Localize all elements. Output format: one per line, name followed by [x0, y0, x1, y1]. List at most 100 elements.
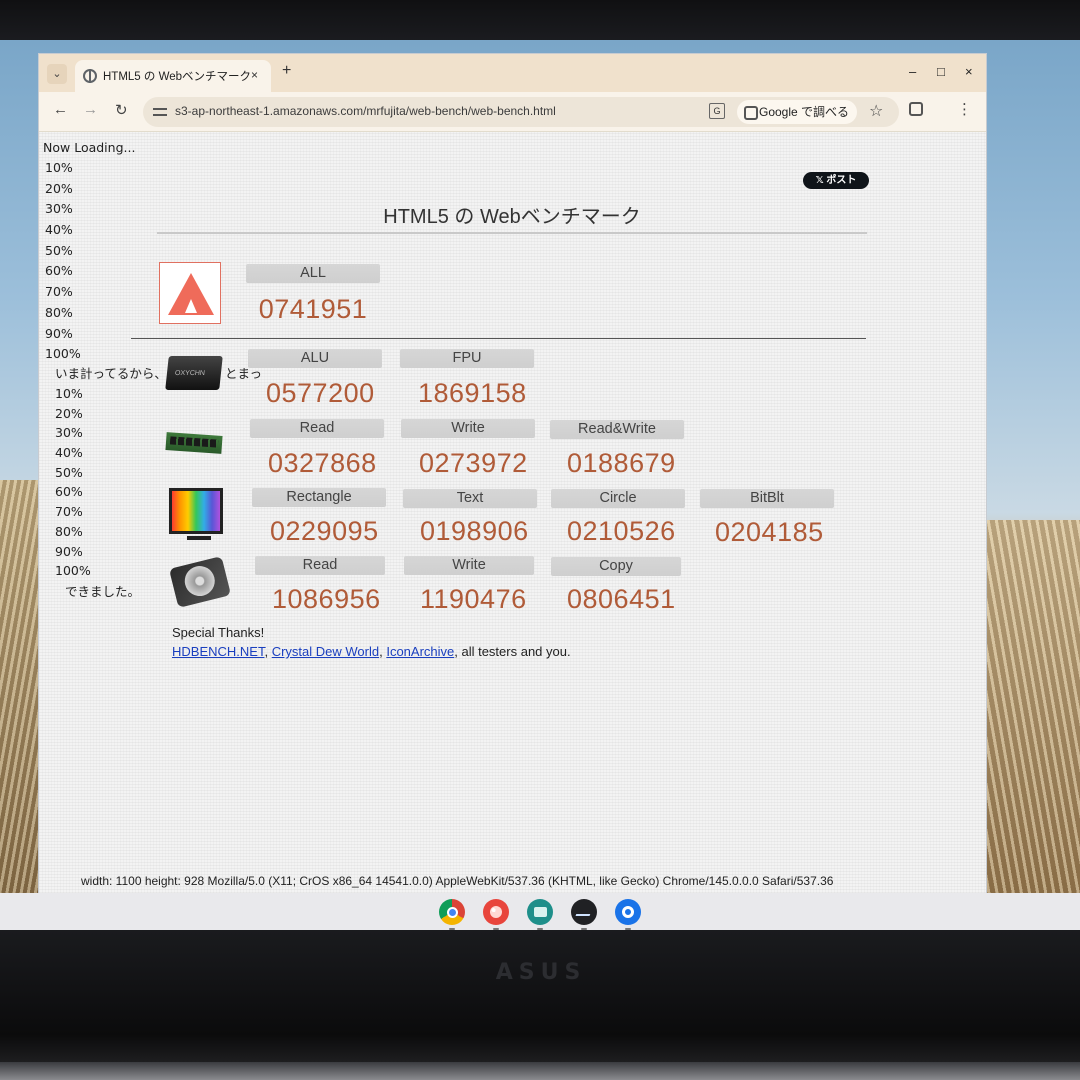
progress-step: 30% [45, 201, 73, 217]
text-score: 0198906 [420, 516, 529, 546]
done-text: できました。 [65, 584, 141, 599]
fpu-label: FPU [400, 349, 534, 368]
maximize-button[interactable]: □ [937, 64, 945, 79]
fpu-score: 1869158 [418, 378, 527, 408]
thanks-heading: Special Thanks! [172, 625, 265, 640]
iconarchive-link[interactable]: IconArchive [386, 644, 454, 659]
settings-app-icon[interactable] [615, 899, 641, 930]
chart-glyph [575, 908, 593, 916]
special-thanks: Special Thanks! HDBENCH.NET, Crystal Dew… [172, 623, 571, 661]
hard-disk-icon [168, 556, 232, 608]
circle-label: Circle [551, 489, 685, 508]
bitblt-label: BitBlt [700, 489, 834, 508]
chromeos-shelf [0, 893, 1080, 931]
screencast-app-icon[interactable] [527, 899, 553, 930]
address-bar[interactable]: s3-ap-northeast-1.amazonaws.com/mrfujita… [143, 97, 899, 127]
memory-icon [165, 432, 223, 454]
new-tab-button[interactable]: + [282, 62, 291, 80]
storage-read-label: Read [255, 556, 385, 575]
close-window-button[interactable]: × [965, 64, 973, 79]
tab-close-icon[interactable]: × [251, 68, 258, 82]
tab-title: HTML5 の Webベンチマーク [103, 71, 252, 83]
progress-step: 80% [45, 304, 73, 320]
memory-readwrite-score: 0188679 [567, 448, 676, 478]
page-title: HTML5 の Webベンチマーク [157, 200, 867, 234]
monitor-icon [169, 488, 223, 534]
memory-write-score: 0273972 [419, 448, 528, 478]
monitor-stand [187, 536, 211, 540]
minimize-button[interactable]: – [909, 64, 916, 79]
laptop-bottom-bezel [0, 930, 1080, 1080]
laptop-edge [0, 1062, 1080, 1080]
memory-read-label: Read [250, 419, 384, 438]
globe-icon [83, 69, 97, 83]
progress-step: 50% [55, 464, 83, 480]
memory-read-score: 0327868 [268, 448, 377, 478]
progress-step: 80% [55, 523, 83, 539]
benchmark-logo[interactable] [159, 262, 221, 324]
bookmark-star-icon[interactable]: ☆ [869, 101, 883, 121]
thanks-tail: , all testers and you. [454, 644, 571, 659]
progress-step: 10% [45, 160, 73, 175]
progress-step: 60% [55, 484, 83, 500]
url-text[interactable]: s3-ap-northeast-1.amazonaws.com/mrfujita… [175, 104, 556, 118]
progress-step: 60% [45, 263, 73, 279]
all-label: ALL [246, 264, 380, 283]
hdbench-link[interactable]: HDBENCH.NET [172, 644, 264, 659]
storage-read-score: 1086956 [272, 584, 381, 614]
tab-benchmark[interactable]: HTML5 の Webベンチマーク × [75, 60, 271, 92]
progress-step: 90% [55, 543, 83, 559]
progress-step: 40% [45, 222, 73, 238]
brand-logo: ASUS [495, 960, 587, 985]
tab-strip: ⌄ HTML5 の Webベンチマーク × + – □ × [39, 54, 986, 92]
browser-toolbar: ← → ↻ s3-ap-northeast-1.amazonaws.com/mr… [39, 92, 986, 132]
progress-step: 10% [55, 386, 83, 401]
translate-icon[interactable]: G [709, 103, 725, 119]
progress-step: 70% [55, 504, 83, 520]
crystal-dew-world-link[interactable]: Crystal Dew World [272, 644, 379, 659]
palette-glyph [490, 906, 502, 918]
text-label: Text [403, 489, 537, 508]
circle-score: 0210526 [567, 516, 676, 546]
extensions-icon[interactable] [909, 102, 923, 116]
link-separator: , [264, 644, 272, 659]
forward-button[interactable]: → [83, 101, 98, 118]
storage-copy-score: 0806451 [567, 584, 676, 614]
x-post-button[interactable]: 𝕏 ポスト [803, 172, 869, 189]
memory-write-label: Write [401, 419, 535, 438]
screen-glyph [533, 907, 547, 917]
progress-step: 20% [45, 180, 73, 196]
cpu-chip-label: OXYCHN [174, 370, 206, 377]
progress-step: 40% [55, 445, 83, 461]
progress-step: 30% [55, 425, 83, 441]
chrome-center [446, 906, 458, 918]
all-score: 0741951 [258, 294, 368, 324]
alu-score: 0577200 [266, 378, 375, 408]
progress-step: 100% [55, 563, 91, 579]
monitor-top-bezel [0, 0, 1080, 42]
chrome-app-icon[interactable] [439, 899, 465, 930]
benchmark-page: Now Loading... 10% 20% 30% 40% 50% 60% 7… [39, 132, 986, 893]
site-info-icon[interactable] [153, 105, 167, 119]
cpu-icon: OXYCHN [165, 356, 223, 390]
google-lens-chip[interactable]: Google で調べる [737, 100, 858, 124]
bitblt-score: 0204185 [715, 517, 824, 547]
user-agent-text: width: 1100 height: 928 Mozilla/5.0 (X11… [81, 874, 834, 888]
measuring-text: いま計ってるから、 [55, 366, 167, 381]
reload-button[interactable]: ↻ [115, 101, 128, 119]
tab-search-button[interactable]: ⌄ [47, 64, 67, 84]
diagnostics-app-icon[interactable] [571, 899, 597, 930]
progress-step: 20% [55, 405, 83, 421]
storage-copy-label: Copy [551, 557, 681, 576]
rectangle-score: 0229095 [270, 516, 379, 546]
section-divider [131, 338, 866, 339]
progress-step: 100% [45, 346, 81, 362]
canvas-app-icon[interactable] [483, 899, 509, 930]
gear-glyph [622, 906, 634, 918]
browser-menu-icon[interactable]: ⋮ [957, 100, 972, 118]
back-button[interactable]: ← [53, 101, 68, 118]
progress-step: 70% [45, 284, 73, 300]
rectangle-label: Rectangle [252, 488, 386, 507]
progress-step: 50% [45, 242, 73, 258]
storage-write-score: 1190476 [420, 584, 527, 614]
